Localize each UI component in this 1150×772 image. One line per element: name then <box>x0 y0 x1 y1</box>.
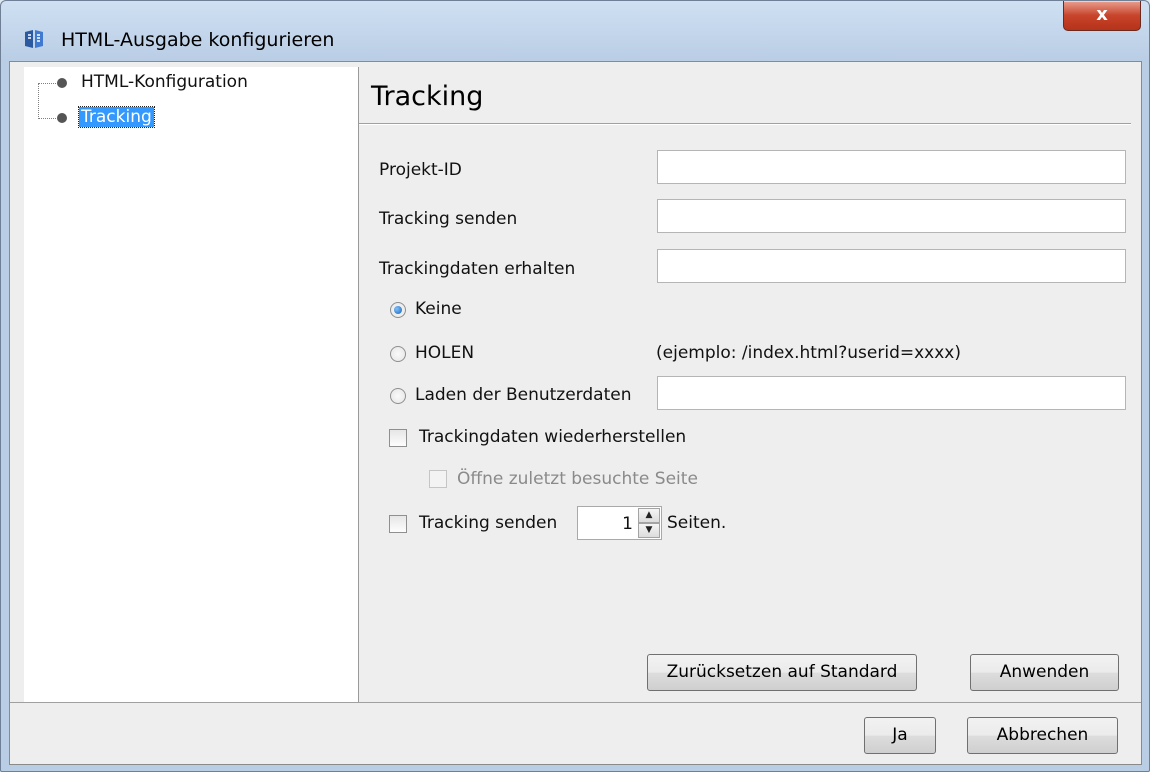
dialog-client-area: HTML-Konfiguration Tracking Tracking Pro… <box>9 61 1142 765</box>
spinner-up-icon[interactable]: ▲ <box>638 508 660 523</box>
restore-tracking-checkbox[interactable] <box>389 429 407 447</box>
cancel-button[interactable]: Abbrechen <box>967 717 1118 754</box>
radio-none[interactable] <box>390 302 406 318</box>
radio-get[interactable] <box>390 346 406 362</box>
tree-item-tracking[interactable]: Tracking <box>24 106 324 129</box>
send-tracking-input[interactable] <box>657 199 1126 233</box>
project-id-input[interactable] <box>657 150 1126 184</box>
receive-data-input[interactable] <box>657 249 1126 283</box>
settings-tree: HTML-Konfiguration Tracking <box>24 67 359 702</box>
app-icon <box>25 30 43 48</box>
tree-item-label: HTML-Konfiguration <box>81 72 248 92</box>
load-user-data-input[interactable] <box>657 376 1126 410</box>
tracking-panel: Tracking Projekt-ID Tracking senden Trac… <box>359 67 1131 702</box>
tree-item-label: Tracking <box>78 106 155 128</box>
radio-get-label: HOLEN <box>415 343 475 363</box>
close-button[interactable]: x <box>1063 1 1141 31</box>
window-title: HTML-Ausgabe konfigurieren <box>61 29 335 51</box>
ok-button[interactable]: Ja <box>864 717 936 754</box>
radio-none-label: Keine <box>415 299 462 319</box>
radio-load-user-data[interactable] <box>390 388 406 404</box>
spinner-down-icon[interactable]: ▼ <box>638 523 660 538</box>
pages-suffix-label: Seiten. <box>667 513 727 533</box>
footer-divider <box>10 702 1141 703</box>
apply-button[interactable]: Anwenden <box>970 654 1119 691</box>
tree-item-html-config[interactable]: HTML-Konfiguration <box>24 72 324 94</box>
pages-spinner[interactable]: 1 ▲ ▼ <box>577 506 662 540</box>
reset-defaults-button[interactable]: Zurücksetzen auf Standard <box>647 654 917 691</box>
open-last-page-checkbox[interactable] <box>429 470 447 488</box>
send-pages-checkbox[interactable] <box>389 515 407 533</box>
tree-node-icon <box>57 113 67 123</box>
title-divider <box>359 123 1131 125</box>
title-bar[interactable]: HTML-Ausgabe konfigurieren x <box>1 1 1149 61</box>
receive-data-label: Trackingdaten erhalten <box>379 259 576 279</box>
radio-load-user-data-label: Laden der Benutzerdaten <box>415 385 632 405</box>
pages-spinner-value: 1 <box>622 514 633 534</box>
project-id-label: Projekt-ID <box>379 160 462 180</box>
send-pages-label: Tracking senden <box>419 513 558 533</box>
open-last-page-label: Öffne zuletzt besuchte Seite <box>457 469 698 489</box>
dialog-window: HTML-Ausgabe konfigurieren x HTML-Konfig… <box>0 0 1150 772</box>
restore-tracking-label: Trackingdaten wiederherstellen <box>419 427 687 447</box>
example-hint: (ejemplo: /index.html?userid=xxxx) <box>656 343 961 363</box>
send-tracking-label: Tracking senden <box>379 209 518 229</box>
tree-node-icon <box>57 78 67 88</box>
panel-title: Tracking <box>371 81 484 112</box>
